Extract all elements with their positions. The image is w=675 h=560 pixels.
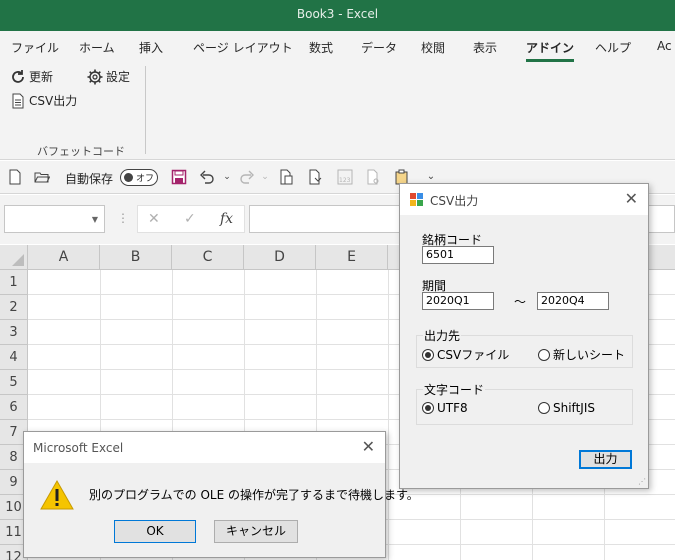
cancel-button[interactable]: キャンセル [214,520,298,543]
close-icon[interactable]: ✕ [362,437,375,456]
resize-grip-icon[interactable]: ⋰ [638,478,646,486]
csv-export-button[interactable]: CSV出力 [10,92,77,109]
tab-page-layout[interactable]: ページ レイアウト [193,39,293,56]
radio-shiftjis[interactable]: ShiftJIS [538,401,595,415]
refresh-button[interactable]: 更新 [10,68,53,85]
undo-dropdown-icon[interactable]: ⌄ [219,169,235,185]
settings-button[interactable]: 設定 [87,68,130,85]
radio-selected-icon [422,402,434,414]
charset-label: 文字コード [423,381,486,398]
radio-csv-file-label: CSVファイル [437,348,510,362]
select-all-button[interactable] [0,245,28,270]
row-header-4[interactable]: 4 [0,345,28,370]
document-icon [10,93,26,109]
csv-export-label: CSV出力 [29,94,78,108]
confirm-edit-button[interactable]: ✓ [184,211,196,227]
app-form-icon [410,193,424,207]
autosave-label: 自動保存 [65,172,114,186]
tab-help[interactable]: ヘルプ [595,39,631,56]
radio-new-sheet-label: 新しいシート [553,348,626,362]
output-destination-group: 出力先 CSVファイル 新しいシート [416,327,633,368]
chevron-down-icon[interactable]: ▼ [92,215,98,224]
cut-icon[interactable] [365,169,381,185]
row-header-5[interactable]: 5 [0,370,28,395]
radio-utf8-label: UTF8 [437,401,468,415]
tab-addins[interactable]: アドイン [526,39,575,62]
insert-function-button[interactable]: fx [220,211,233,227]
refresh-label: 更新 [29,70,54,84]
message-box-title-bar: Microsoft Excel ✕ [24,432,385,463]
copy-icon[interactable] [307,169,323,185]
ok-button[interactable]: OK [114,520,196,543]
undo-icon[interactable] [199,169,215,185]
paste-icon[interactable] [278,169,294,185]
tab-review[interactable]: 校閲 [421,39,445,56]
ole-wait-message-box: Microsoft Excel ✕ 別のプログラムでの OLE の操作が完了する… [23,431,419,558]
svg-text:123: 123 [339,177,351,184]
close-icon[interactable]: ✕ [625,189,638,208]
row-header-6[interactable]: 6 [0,395,28,420]
tab-formulas[interactable]: 数式 [309,39,333,56]
save-icon[interactable] [171,169,187,185]
dialog-title: CSV出力 [430,194,479,208]
autosave-toggle[interactable]: オフ [120,169,158,186]
cancel-edit-button[interactable]: ✕ [148,211,160,227]
stock-code-input[interactable]: 6501 [422,246,494,264]
redo-icon[interactable] [239,169,255,185]
csv-export-dialog: CSV出力 ✕ 銘柄コード 6501 期間 2020Q1 ～ 2020Q4 出力… [399,183,649,489]
refresh-icon [10,69,26,85]
formula-bar-divider-icon: ⋮ [117,211,129,225]
tab-data[interactable]: データ [361,39,397,56]
tab-file[interactable]: ファイル [11,39,59,56]
dialog-title-bar: CSV出力 ✕ [400,184,648,215]
radio-unselected-icon [538,348,550,361]
window-title: Book3 - Excel [296,7,379,21]
ribbon-group-label: バフェットコード [37,145,125,158]
output-button[interactable]: 出力 [579,450,632,469]
column-header-b[interactable]: B [100,245,172,270]
toggle-knob [124,173,133,182]
name-box[interactable]: ▼ [4,205,105,233]
number-format-icon[interactable]: 123 [337,169,353,185]
row-header-1[interactable]: 1 [0,270,28,295]
open-folder-icon[interactable] [34,169,51,185]
tab-home[interactable]: ホーム [79,39,115,56]
radio-csv-file[interactable]: CSVファイル [422,346,509,363]
toggle-label: オフ [136,174,155,184]
ribbon-group-separator [145,66,146,154]
tab-insert[interactable]: 挿入 [139,39,163,56]
column-header-c[interactable]: C [172,245,244,270]
radio-selected-icon [422,348,434,361]
output-destination-label: 出力先 [423,327,462,344]
formula-buttons: ✕ ✓ fx [137,205,245,233]
grid-line [388,270,389,560]
radio-shiftjis-label: ShiftJIS [553,401,595,415]
period-separator: ～ [514,295,527,309]
charset-group: 文字コード UTF8 ShiftJIS [416,381,633,425]
settings-label: 設定 [106,70,131,84]
title-bar: Book3 - Excel [0,0,675,31]
ribbon-tabs: ファイル ホーム 挿入 ページ レイアウト 数式 データ 校閲 表示 アドイン … [0,31,675,63]
message-text: 別のプログラムでの OLE の操作が完了するまで待機します。 [89,488,419,502]
radio-utf8[interactable]: UTF8 [422,401,468,415]
gear-icon [87,69,103,85]
period-from-input[interactable]: 2020Q1 [422,292,494,310]
redo-dropdown-icon[interactable]: ⌄ [257,169,273,185]
column-header-a[interactable]: A [28,245,100,270]
ribbon-content: 更新 設定 CSV出力 バフェットコード [0,63,675,160]
period-to-input[interactable]: 2020Q4 [537,292,609,310]
tab-view[interactable]: 表示 [473,39,497,56]
row-header-3[interactable]: 3 [0,320,28,345]
tab-acrobat[interactable]: Ac [657,39,672,53]
row-header-2[interactable]: 2 [0,295,28,320]
message-box-title: Microsoft Excel [33,441,124,455]
radio-unselected-icon [538,402,550,414]
column-header-d[interactable]: D [244,245,316,270]
warning-icon [40,479,74,510]
radio-new-sheet[interactable]: 新しいシート [538,346,625,363]
new-file-icon[interactable] [7,169,23,185]
column-header-e[interactable]: E [316,245,388,270]
